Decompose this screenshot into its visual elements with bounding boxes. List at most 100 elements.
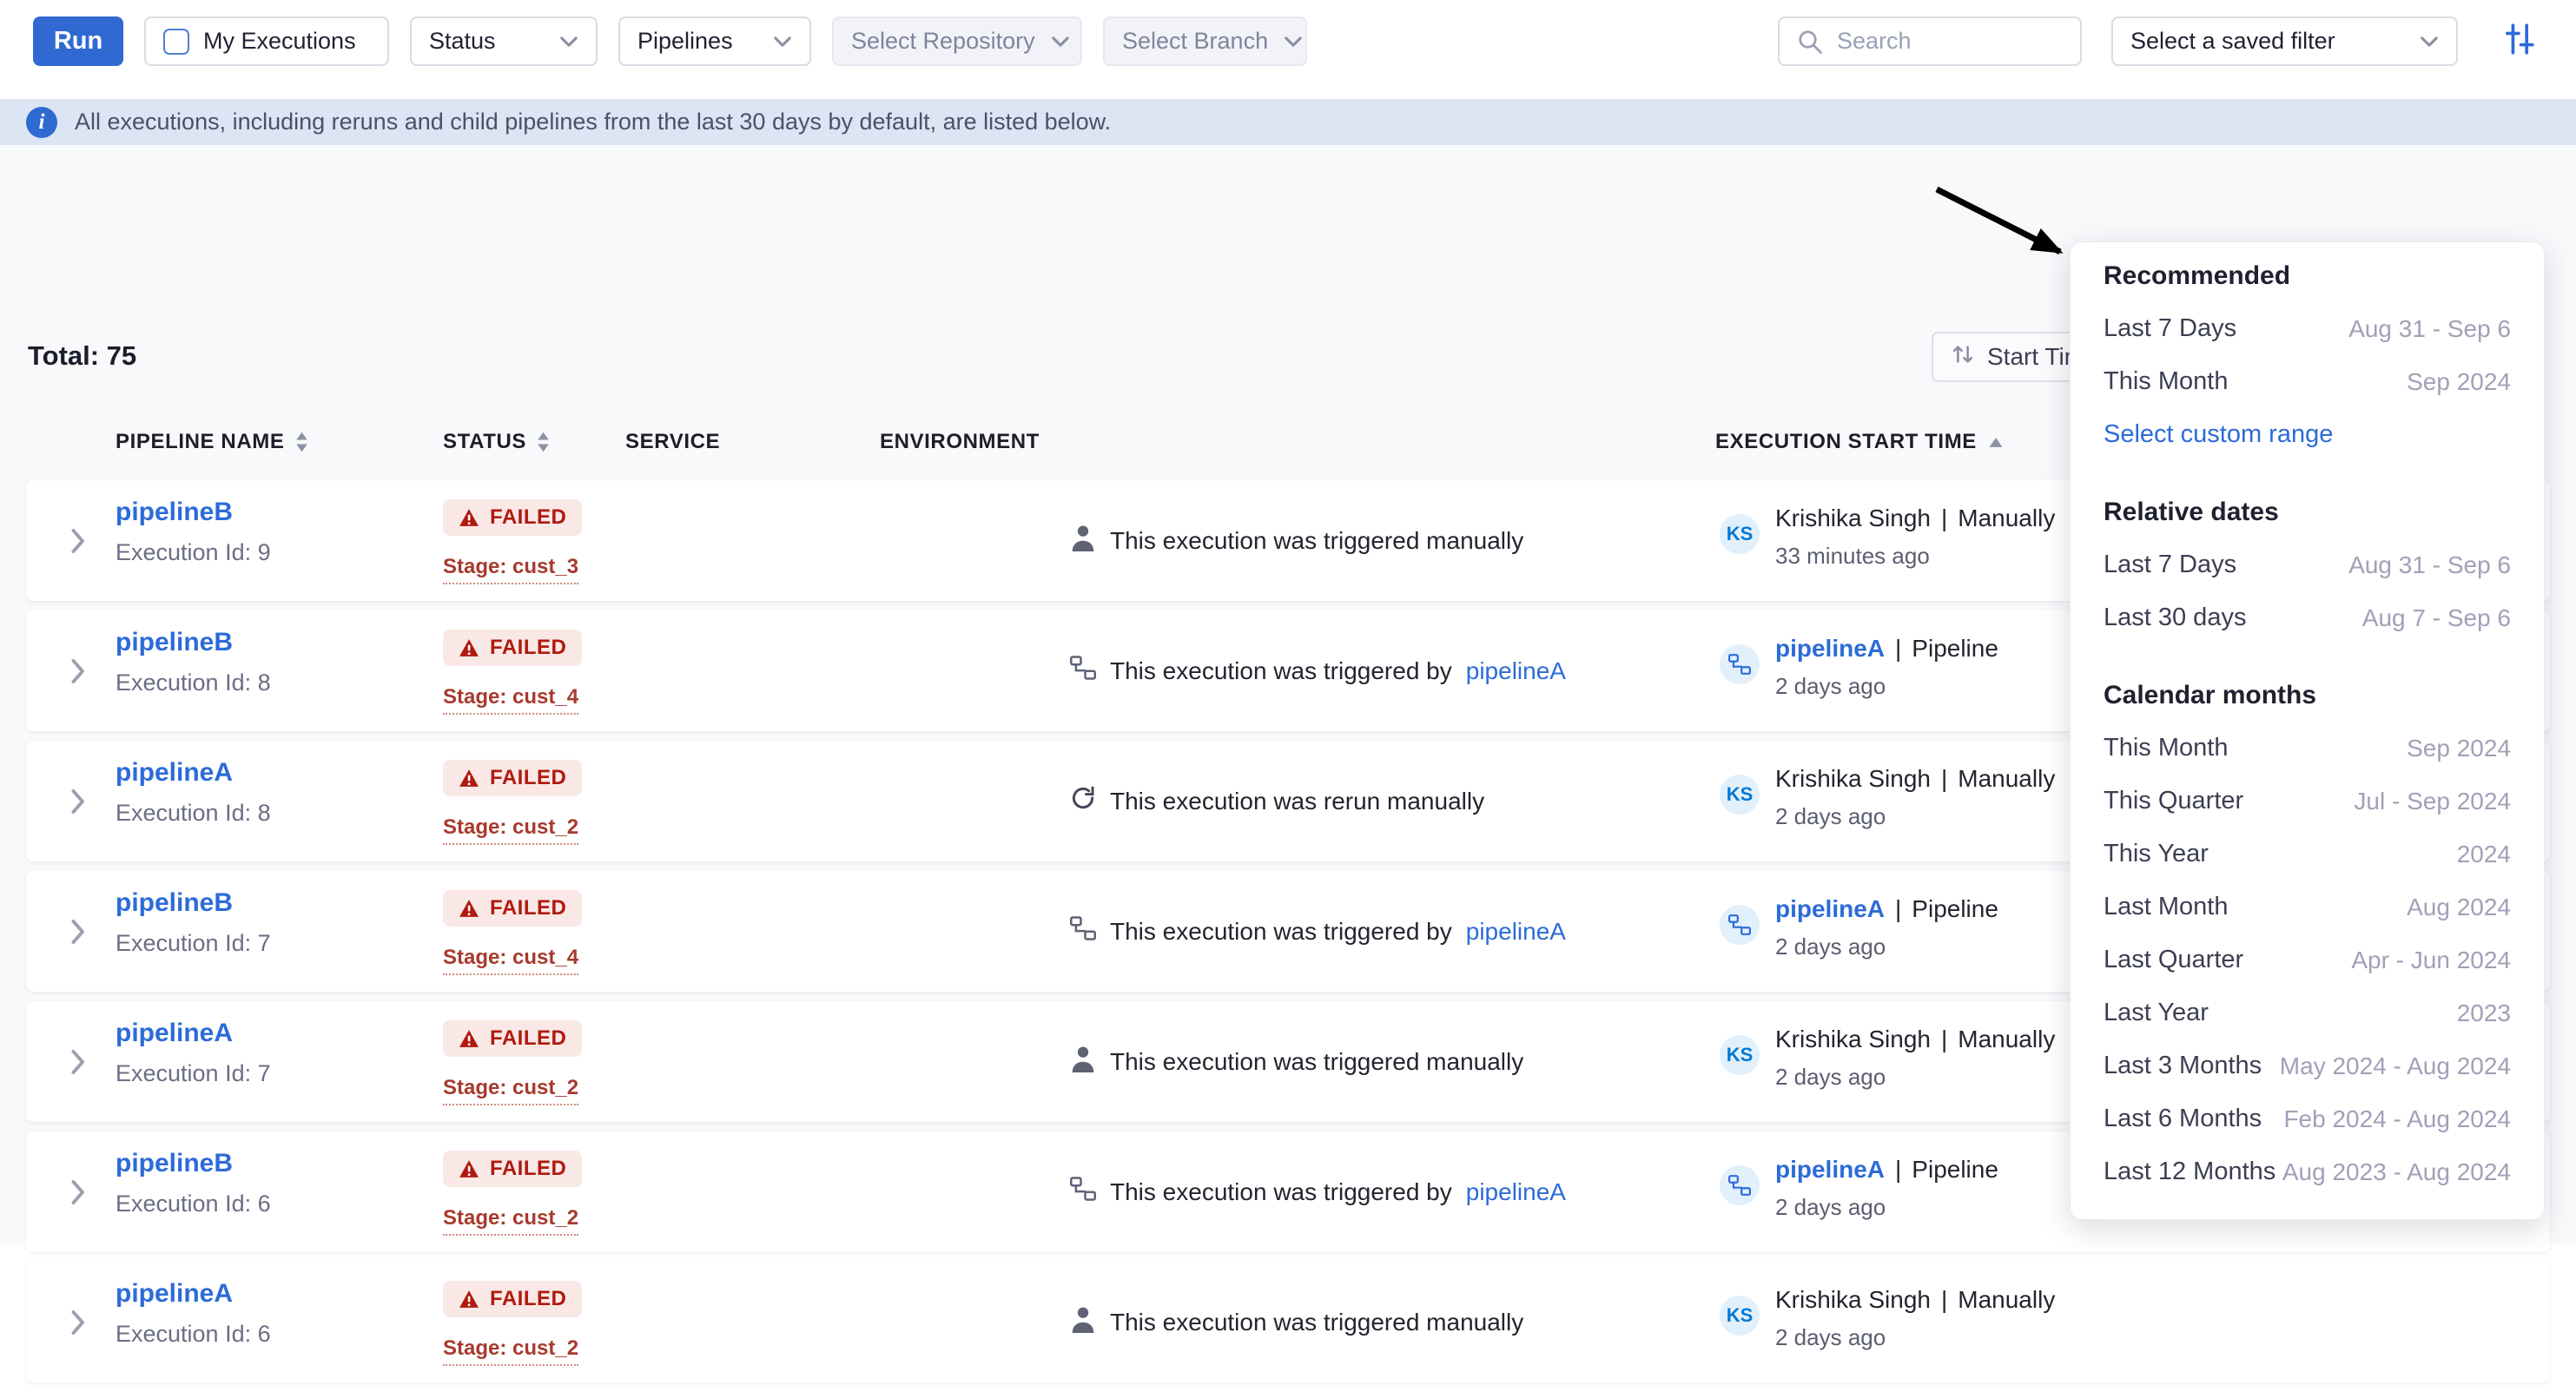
separator: | [1941, 765, 1947, 792]
failed-stage-link[interactable]: Stage: cust_4 [443, 946, 578, 975]
trigger-description: This execution was triggered by [1110, 918, 1452, 946]
status-badge: FAILED [443, 630, 582, 666]
table-row: pipelineA Execution Id: 6 FAILED Stage: … [26, 1262, 2550, 1382]
filter-settings-button[interactable] [2494, 17, 2543, 66]
dropdown-item-value: 2024 [2457, 841, 2511, 868]
column-header-status[interactable]: STATUS [443, 430, 550, 454]
dropdown-item-value: Feb 2024 - Aug 2024 [2283, 1105, 2511, 1133]
dropdown-item[interactable]: Last 30 days Aug 7 - Sep 6 [2104, 591, 2511, 644]
pipeline-name-link[interactable]: pipelineB [116, 628, 233, 656]
column-header-label: ENVIRONMENT [880, 430, 1040, 454]
pipeline-name-link[interactable]: pipelineB [116, 498, 233, 526]
status-badge: FAILED [443, 1281, 582, 1317]
expand-chevron-icon[interactable] [69, 480, 85, 601]
expand-chevron-icon[interactable] [69, 610, 85, 731]
dropdown-item-label: This Year [2104, 840, 2209, 868]
failed-stage-link[interactable]: Stage: cust_2 [443, 1076, 578, 1105]
dropdown-item[interactable]: Last 12 Months Aug 2023 - Aug 2024 [2104, 1145, 2511, 1198]
select-branch-label: Select Branch [1122, 28, 1268, 55]
expand-chevron-icon[interactable] [69, 1001, 85, 1122]
trigger-mode: Manually [1958, 1286, 2055, 1313]
pipelines-filter-select[interactable]: Pipelines [618, 16, 811, 66]
info-banner: i All executions, including reruns and c… [0, 99, 2576, 145]
expand-chevron-icon[interactable] [69, 1131, 85, 1252]
dropdown-item-label: Last 30 days [2104, 604, 2246, 632]
dropdown-item[interactable]: Last Year 2023 [2104, 986, 2511, 1039]
dropdown-item[interactable]: This Year 2024 [2104, 828, 2511, 881]
manual-trigger-icon [1070, 1305, 1096, 1339]
status-badge: FAILED [443, 1020, 582, 1057]
dropdown-item-value: Jul - Sep 2024 [2354, 788, 2511, 815]
failed-stage-link[interactable]: Stage: cust_4 [443, 685, 578, 715]
dropdown-item[interactable]: Last 6 Months Feb 2024 - Aug 2024 [2104, 1092, 2511, 1145]
search-input[interactable] [1835, 27, 2063, 56]
trigger-pipeline-link[interactable]: pipelineA [1466, 1178, 1566, 1206]
section-divider [2104, 461, 2511, 485]
search-icon [1797, 29, 1823, 55]
dropdown-item[interactable]: Last Month Aug 2024 [2104, 881, 2511, 933]
search-box[interactable] [1778, 16, 2082, 66]
trigger-mode: Pipeline [1912, 635, 1998, 662]
column-header-pipeline-name[interactable]: PIPELINE NAME [116, 430, 308, 454]
execution-id: Execution Id: 8 [116, 800, 271, 827]
info-icon: i [26, 107, 57, 138]
dropdown-section-header: Calendar months [2104, 669, 2511, 722]
expand-chevron-icon[interactable] [69, 1262, 85, 1382]
trigger-pipeline-link[interactable]: pipelineA [1466, 657, 1566, 685]
dropdown-item[interactable]: Last Quarter Apr - Jun 2024 [2104, 933, 2511, 986]
info-banner-text: All executions, including reruns and chi… [75, 109, 1111, 135]
select-custom-range-link[interactable]: Select custom range [2104, 408, 2511, 461]
column-header-execution-start-time[interactable]: EXECUTION START TIME [1715, 430, 2005, 454]
failed-stage-link[interactable]: Stage: cust_3 [443, 555, 578, 584]
dropdown-section-header: Relative dates [2104, 485, 2511, 538]
select-repository-select[interactable]: Select Repository [832, 16, 1082, 66]
column-header-service: SERVICE [625, 430, 720, 454]
failed-stage-link[interactable]: Stage: cust_2 [443, 1336, 578, 1366]
failed-stage-link[interactable]: Stage: cust_2 [443, 1206, 578, 1236]
trigger-mode: Pipeline [1912, 895, 1998, 922]
dropdown-item-label: Select custom range [2104, 420, 2333, 449]
failed-stage-link[interactable]: Stage: cust_2 [443, 815, 578, 845]
saved-filter-select[interactable]: Select a saved filter [2111, 16, 2458, 66]
pipeline-icon [1728, 914, 1751, 935]
dropdown-item[interactable]: Last 7 Days Aug 31 - Sep 6 [2104, 302, 2511, 355]
trigger-actor-link[interactable]: pipelineA [1775, 635, 1885, 662]
dropdown-item-label: Last 3 Months [2104, 1052, 2262, 1080]
pipeline-name-link[interactable]: pipelineB [116, 1149, 233, 1178]
trigger-mode: Pipeline [1912, 1156, 1998, 1183]
expand-chevron-icon[interactable] [69, 871, 85, 992]
my-executions-checkbox[interactable] [163, 29, 189, 55]
dropdown-item[interactable]: This Quarter Jul - Sep 2024 [2104, 775, 2511, 828]
chevron-down-icon [1051, 36, 1070, 48]
trigger-pipeline-link[interactable]: pipelineA [1466, 918, 1566, 946]
status-label: FAILED [490, 505, 566, 530]
dropdown-item[interactable]: This Month Sep 2024 [2104, 722, 2511, 775]
dropdown-item-value: Aug 7 - Sep 6 [2362, 604, 2511, 632]
status-filter-select[interactable]: Status [410, 16, 598, 66]
trigger-actor-link[interactable]: pipelineA [1775, 1156, 1885, 1183]
avatar-initials: KS [1727, 783, 1754, 806]
dropdown-item[interactable]: This Month Sep 2024 [2104, 355, 2511, 408]
pipeline-name-link[interactable]: pipelineB [116, 888, 233, 917]
expand-chevron-icon[interactable] [69, 741, 85, 861]
trigger-description: This execution was triggered manually [1110, 527, 1523, 555]
chevron-down-icon [559, 36, 578, 48]
saved-filter-label: Select a saved filter [2130, 28, 2404, 55]
pipeline-avatar [1720, 644, 1760, 684]
dropdown-item-label: Last 7 Days [2104, 314, 2236, 343]
pipeline-trigger-icon [1070, 656, 1096, 686]
trigger-actor-link[interactable]: pipelineA [1775, 895, 1885, 922]
dropdown-item[interactable]: Last 3 Months May 2024 - Aug 2024 [2104, 1039, 2511, 1092]
pipeline-name-link[interactable]: pipelineA [116, 1019, 233, 1047]
separator: | [1941, 1026, 1947, 1052]
toolbar: Run My Executions Status Pipelines Selec… [0, 0, 2576, 66]
avatar: KS [1720, 1035, 1760, 1075]
status-label: FAILED [490, 1287, 566, 1311]
run-button[interactable]: Run [33, 16, 123, 66]
dropdown-item[interactable]: Last 7 Days Aug 31 - Sep 6 [2104, 538, 2511, 591]
my-executions-toggle[interactable]: My Executions [144, 16, 389, 66]
pipeline-name-link[interactable]: pipelineA [116, 1279, 233, 1308]
pipeline-name-link[interactable]: pipelineA [116, 758, 233, 787]
execution-time-ago: 2 days ago [1775, 933, 1998, 960]
select-branch-select[interactable]: Select Branch [1103, 16, 1307, 66]
